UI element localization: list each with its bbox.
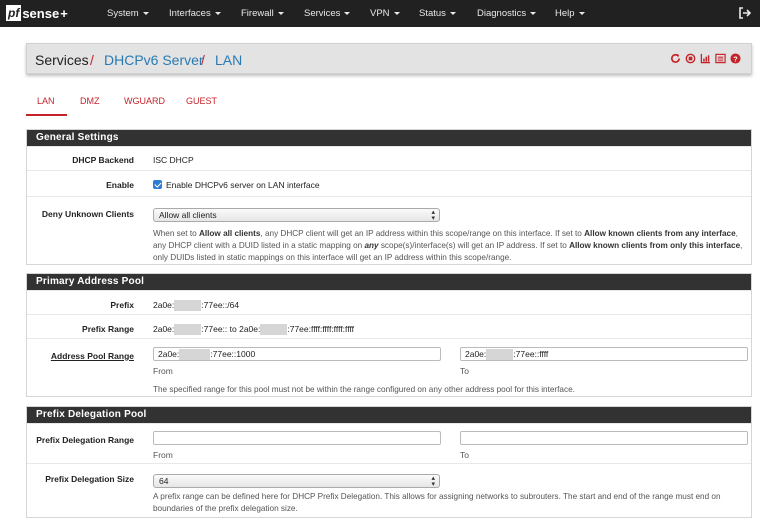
panel-title: Primary Address Pool (27, 274, 751, 290)
pool-from-caption: From (153, 366, 173, 376)
breadcrumb-services: Services (35, 52, 89, 68)
nav-services[interactable]: Services (304, 8, 351, 19)
deny-unknown-select[interactable]: Allow all clients ▴ ▾ (153, 208, 440, 222)
nav-help[interactable]: Help (555, 8, 585, 19)
prefix-range-label: Prefix Range (82, 324, 134, 334)
panel-title: Prefix Delegation Pool (27, 407, 751, 423)
logo-sense: sense (22, 5, 60, 21)
prefix-range-row: Prefix Range 2a0e::77ee:: to 2a0e::77ee:… (27, 314, 751, 338)
interface-tabs: LAN DMZ WGUARD GUEST (26, 89, 752, 119)
select-arrows-icon: ▴ ▾ (431, 475, 435, 488)
chevron-down-icon (578, 11, 585, 15)
breadcrumb-dhcpv6-server[interactable]: DHCPv6 Server (104, 52, 204, 68)
chevron-down-icon (142, 11, 149, 15)
prefix-row: Prefix 2a0e::77ee::/64 (27, 290, 751, 314)
chevron-down-icon (449, 11, 456, 15)
pd-range-to-input[interactable] (460, 431, 748, 445)
enable-checkbox[interactable] (153, 180, 162, 189)
select-arrows-icon: ▴ ▾ (431, 209, 435, 222)
deny-unknown-label: Deny Unknown Clients (41, 209, 134, 219)
address-pool-range-label[interactable]: Address Pool Range (27, 351, 134, 361)
logo-pf: pf (6, 5, 22, 21)
pd-range-from-input[interactable] (153, 431, 441, 445)
pd-size-selected: 64 (159, 476, 169, 486)
deny-unknown-row: Deny Unknown Clients Allow all clients ▴… (27, 196, 751, 264)
pd-size-row: Prefix Delegation Size 64 ▴ ▾ A prefix ra… (27, 463, 751, 517)
address-pool-range-row: Address Pool Range 2a0e::77ee::1000 2a0e… (27, 338, 751, 396)
top-navbar: pf sense + System Interfaces Firewall Se… (0, 0, 760, 27)
nav-system[interactable]: System (107, 8, 149, 19)
dhcp-backend-row: DHCP Backend ISC DHCP (27, 146, 751, 170)
pool-range-from-input[interactable]: 2a0e::77ee::1000 (153, 347, 441, 361)
breadcrumb-separator: / (90, 52, 94, 68)
tab-lan[interactable]: LAN (37, 96, 55, 106)
tab-dmz[interactable]: DMZ (80, 96, 100, 106)
primary-address-pool-panel: Primary Address Pool Prefix 2a0e::77ee::… (26, 273, 752, 397)
pfsense-logo[interactable]: pf sense + (6, 4, 68, 22)
logo-plus: + (60, 5, 68, 21)
nav-firewall[interactable]: Firewall (241, 8, 284, 19)
panel-title: General Settings (27, 130, 751, 146)
breadcrumb-separator: / (201, 52, 205, 68)
prefix-value: 2a0e::77ee::/64 (153, 300, 240, 312)
breadcrumb-lan[interactable]: LAN (215, 52, 242, 68)
chevron-down-icon (344, 11, 351, 15)
pd-range-label: Prefix Delegation Range (36, 435, 134, 445)
chevron-down-icon (393, 11, 400, 15)
pd-to-caption: To (460, 450, 469, 460)
enable-row: Enable Enable DHCPv6 server on LAN inter… (27, 170, 751, 196)
nav-vpn[interactable]: VPN (370, 8, 400, 19)
prefix-range-value: 2a0e::77ee:: to 2a0e::77ee:ffff:ffff:fff… (153, 324, 355, 336)
breadcrumb: Services / DHCPv6 Server / LAN ? (26, 43, 752, 74)
log-list-icon[interactable] (715, 53, 726, 64)
pd-from-caption: From (153, 450, 173, 460)
dhcp-backend-label: DHCP Backend (72, 155, 134, 165)
nav-interfaces[interactable]: Interfaces (169, 8, 221, 19)
pd-range-row: Prefix Delegation Range From To (27, 423, 751, 463)
pd-size-select[interactable]: 64 ▴ ▾ (153, 474, 440, 488)
tab-guest[interactable]: GUEST (186, 96, 217, 106)
active-tab-indicator (26, 114, 67, 116)
logout-icon[interactable] (738, 6, 752, 20)
pd-size-help: A prefix range can be defined here for D… (153, 492, 721, 513)
prefix-delegation-pool-panel: Prefix Delegation Pool Prefix Delegation… (26, 406, 752, 518)
help-icon[interactable]: ? (730, 53, 741, 64)
enable-checkbox-text: Enable DHCPv6 server on LAN interface (166, 180, 320, 190)
chevron-down-icon (277, 11, 284, 15)
stop-service-icon[interactable] (685, 53, 696, 64)
pool-range-help: The specified range for this pool must n… (153, 385, 575, 394)
prefix-label: Prefix (110, 300, 134, 310)
tab-wguard[interactable]: WGUARD (124, 96, 165, 106)
svg-text:?: ? (733, 54, 738, 63)
chevron-down-icon (214, 11, 221, 15)
deny-unknown-help: When set to Allow all clients, any DHCP … (153, 229, 743, 262)
enable-label: Enable (106, 180, 134, 190)
deny-unknown-selected: Allow all clients (159, 210, 217, 220)
status-chart-icon[interactable] (700, 53, 711, 64)
dhcp-backend-value: ISC DHCP (153, 155, 194, 165)
nav-diagnostics[interactable]: Diagnostics (477, 8, 537, 19)
general-settings-panel: General Settings DHCP Backend ISC DHCP E… (26, 129, 752, 265)
chevron-down-icon (530, 11, 537, 15)
pool-to-caption: To (460, 366, 469, 376)
restart-service-icon[interactable] (670, 53, 681, 64)
nav-status[interactable]: Status (419, 8, 456, 19)
pd-size-label: Prefix Delegation Size (45, 474, 134, 484)
pool-range-to-input[interactable]: 2a0e::77ee::ffff (460, 347, 748, 361)
